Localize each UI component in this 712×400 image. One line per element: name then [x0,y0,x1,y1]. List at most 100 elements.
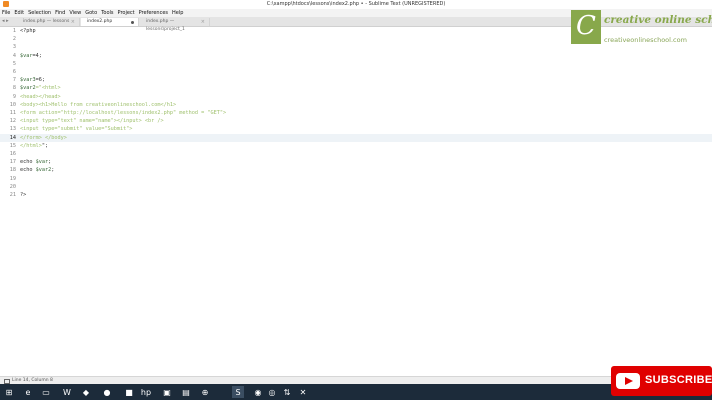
menu-item-find[interactable]: Find [53,9,67,17]
youtube-play-icon [616,373,640,389]
hp-icon[interactable]: hp [140,386,152,398]
line-number: 1 [12,28,16,34]
code-token: <input type="text" name="name"></input> … [20,118,164,125]
line-number: 4 [12,52,16,59]
firefox-icon[interactable]: ◉ [252,386,264,398]
line-number: 16 [9,151,16,157]
code-token: </form> </body> [20,134,67,141]
code-line[interactable]: echo $var2; [20,167,54,173]
unsaved-dot-icon[interactable] [131,21,134,24]
close-tab-icon[interactable]: × [71,18,75,26]
line-number: 12 [9,118,16,125]
code-token: echo [20,167,36,174]
window-title: C:\xampp\htdocs\lessons\index2.php • - S… [266,1,446,7]
folder-icon[interactable]: ▭ [40,386,52,398]
screen-icon[interactable]: ▣ [161,386,173,398]
logo-letter: C [576,11,596,41]
tab-label: index.php — lessons\project_1 [146,19,185,32]
sublime-icon[interactable]: S [232,386,244,398]
menu-item-file[interactable]: File [0,9,12,17]
edge-icon[interactable]: e [22,386,34,398]
code-line[interactable]: ?> [20,192,26,198]
tab-0[interactable]: index.php — lessons × [17,18,80,26]
line-number: 15 [9,142,16,149]
code-token: $var3 [20,77,36,84]
line-number: 10 [9,101,16,108]
code-token: </html> [20,142,42,149]
code-token: $var [35,159,49,166]
line-number: 17 [9,159,16,166]
xampp-icon[interactable]: ✕ [297,386,309,398]
subscribe-label: SUBSCRIBE [645,374,712,386]
line-number: 18 [9,167,16,174]
code-token: <body><h1>Hello from creativeonlineschoo… [20,101,177,108]
menu-item-view[interactable]: View [67,9,83,17]
dropbox-icon[interactable]: ◆ [80,386,92,398]
code-line[interactable]: <form action="http://localhost/lessons/i… [20,110,226,116]
code-line[interactable]: $var2="<html> [20,85,61,91]
code-token: "; [41,142,49,149]
code-token: echo [20,159,36,166]
code-token: <form action="http://localhost/lessons/i… [20,110,227,116]
line-number: 3 [12,44,16,51]
code-line[interactable]: </form> </body> [20,135,67,141]
tab-label: index.php — lessons [23,19,70,24]
line-number: 6 [12,69,16,75]
code-line[interactable]: <head></head> [20,94,61,100]
menu-item-selection[interactable]: Selection [26,9,53,17]
menu-item-edit[interactable]: Edit [12,9,26,17]
line-number: 2 [12,36,16,43]
windows-start-icon[interactable]: ⊞ [3,386,15,398]
camera-icon[interactable]: ◎ [266,386,278,398]
menu-item-goto[interactable]: Goto [83,9,99,17]
code-line[interactable]: <body><h1>Hello from creativeonlineschoo… [20,102,176,108]
app-icon[interactable]: ■ [123,386,135,398]
menu-item-preferences[interactable]: Preferences [137,9,170,17]
code-token: <?php [20,28,36,34]
code-token: <input type="submit" value="Submit"> [20,126,133,133]
current-line-highlight [0,133,712,142]
menu-item-help[interactable]: Help [170,9,185,17]
code-line[interactable]: <input type="submit" value="Submit"> [20,126,132,132]
title-bar: C:\xampp\htdocs\lessons\index2.php • - S… [0,0,712,9]
network-icon[interactable]: ⊕ [199,386,211,398]
menu-item-project[interactable]: Project [116,9,137,17]
code-token: =4; [32,52,42,59]
line-number: 14 [9,134,16,141]
photos-icon[interactable]: ▤ [180,386,192,398]
code-line[interactable]: $var=4; [20,53,42,59]
brand-url: creativeonlineschool.com [604,36,687,44]
line-number: 8 [12,85,16,92]
subscribe-button[interactable]: SUBSCRIBE [611,366,712,396]
code-line[interactable]: $var3=6; [20,77,45,83]
code-token: $var2 [20,85,36,92]
tab-2[interactable]: index.php — lessons\project_1 × [140,18,210,32]
tab-label: index2.php [87,19,113,24]
code-token: <head></head> [20,93,61,100]
brand-name: creative online school [604,14,712,26]
code-line[interactable]: <input type="text" name="name"></input> … [20,118,164,124]
line-number: 20 [9,183,16,190]
wow-icon[interactable]: W [61,386,73,398]
code-line[interactable]: echo $var; [20,159,51,165]
chrome-icon[interactable]: ● [101,386,113,398]
close-tab-icon[interactable]: × [201,18,205,26]
menu-item-tools[interactable]: Tools [99,9,115,17]
code-token: ; [51,167,55,174]
code-token: =6; [35,77,45,84]
code-line[interactable]: <?php [20,28,36,34]
code-token: ?> [20,192,27,198]
line-number: 5 [12,60,16,67]
code-token: $var2 [35,167,52,174]
line-number: 11 [9,110,16,116]
code-line[interactable]: </html>"; [20,143,48,149]
code-token: ="<html> [35,85,61,92]
fileshare-icon[interactable]: ⇅ [281,386,293,398]
line-number: 13 [9,126,16,133]
line-number: 9 [12,93,16,100]
code-token: $var [20,52,33,59]
brand-logo: C [571,10,601,44]
line-number: 21 [9,192,16,198]
tab-nav-arrows[interactable]: ◂ ▸ [2,17,9,26]
tab-1[interactable]: index2.php [81,18,139,26]
